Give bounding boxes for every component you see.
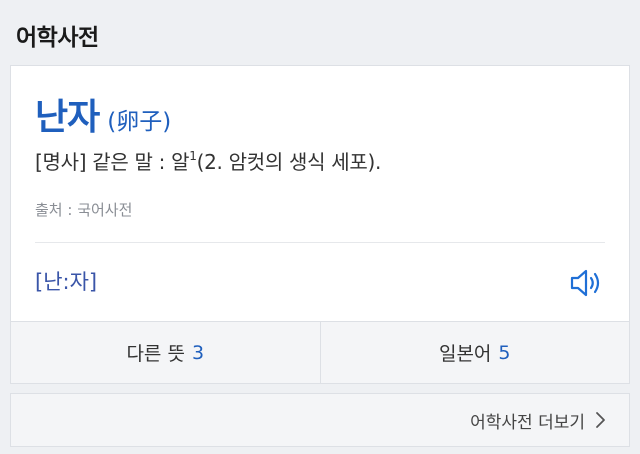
speaker-icon[interactable]	[567, 264, 605, 302]
definition-prefix: [명사] 같은 말 : 알	[35, 150, 190, 174]
dictionary-card: 난자 (卵子) [명사] 같은 말 : 알1(2. 암컷의 생식 세포). 출처…	[10, 65, 630, 384]
definition: [명사] 같은 말 : 알1(2. 암컷의 생식 세포).	[35, 146, 381, 175]
tab-label: 다른 뜻	[126, 343, 185, 365]
divider	[35, 242, 605, 243]
definition-superscript: 1	[189, 149, 197, 163]
chevron-right-icon	[596, 412, 605, 428]
headword-row: 난자 (卵子)	[35, 88, 171, 140]
source-label: 출처 : 국어사전	[35, 201, 133, 219]
tab-count: 5	[498, 341, 511, 364]
pronunciation: [난:자]	[35, 270, 98, 294]
hanja[interactable]: (卵子)	[107, 102, 171, 136]
more-dictionary-link[interactable]: 어학사전 더보기	[10, 393, 630, 447]
tab-japanese[interactable]: 일본어 5	[319, 322, 630, 383]
meaning-tabs: 다른 뜻 3 일본어 5	[11, 321, 629, 383]
more-label: 어학사전 더보기	[470, 412, 585, 433]
headword[interactable]: 난자	[35, 88, 100, 140]
tab-count: 3	[191, 341, 205, 364]
section-title: 어학사전	[16, 25, 99, 51]
definition-suffix: (2. 암컷의 생식 세포).	[196, 150, 382, 174]
tab-other-meanings[interactable]: 다른 뜻 3	[11, 322, 320, 383]
tab-label: 일본어	[438, 343, 492, 365]
